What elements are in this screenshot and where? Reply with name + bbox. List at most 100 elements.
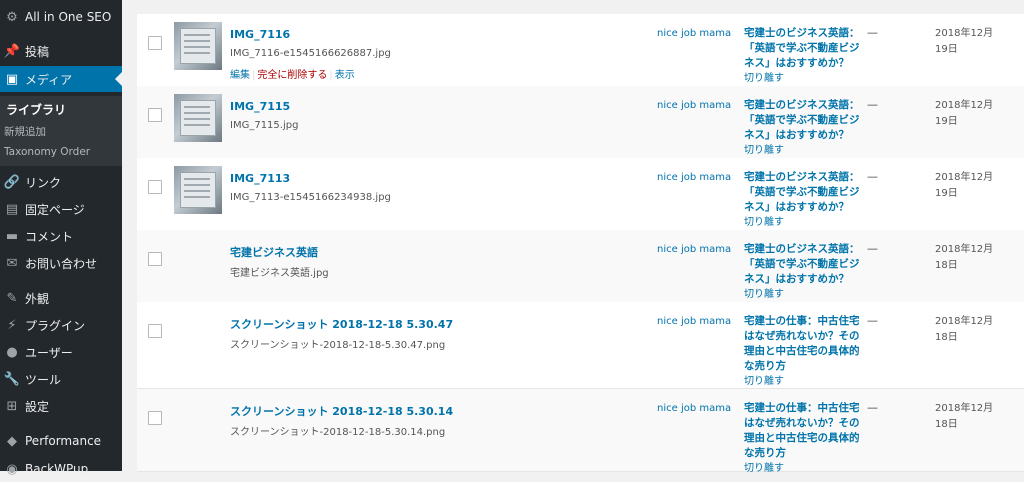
detach-link[interactable]: 切り離す <box>744 287 864 302</box>
thumbnail[interactable] <box>174 22 222 70</box>
sidebar-item-posts[interactable]: 📌 投稿 <box>0 38 122 64</box>
settings-icon: ⊞ <box>6 398 18 414</box>
attached-post-link[interactable]: 宅建士のビジネス英語：「英語で学ぶ不動産ビジネス」はおすすめか？ <box>744 243 860 285</box>
media-title-link[interactable]: IMG_7116 <box>230 28 290 41</box>
file-name: 宅建ビジネス英語.jpg <box>230 268 329 279</box>
author-link[interactable]: nice job mama <box>657 403 731 414</box>
detach-link[interactable]: 切り離す <box>744 461 864 476</box>
wrench-icon: 🔧 <box>3 371 21 387</box>
media-list-table: IMG_7116 IMG_7116-e1545166626887.jpg 編集 |… <box>137 0 1024 474</box>
sidebar-item-backwpup[interactable]: ◉ BackWPup <box>0 456 122 482</box>
upload-date: 2018年12月19日 <box>935 172 994 199</box>
table-row: IMG_7116 IMG_7116-e1545166626887.jpg 編集 |… <box>137 14 1024 87</box>
comment-icon: ▬ <box>5 228 19 244</box>
attached-post-link[interactable]: 宅建士の仕事：中古住宅はなぜ売れないか？その理由と中古住宅の具体的な売り方 <box>744 402 860 459</box>
table-row: スクリーンショット 2018-12-18 5.30.14 スクリーンショット-2… <box>137 389 1024 474</box>
upload-date: 2018年12月19日 <box>935 28 994 55</box>
page-icon: ▤ <box>5 201 19 217</box>
comments-count: — <box>867 26 878 39</box>
user-icon: ● <box>6 344 18 360</box>
sidebar-item-pages[interactable]: ▤ 固定ページ <box>0 196 122 222</box>
media-title-link[interactable]: スクリーンショット 2018-12-18 5.30.47 <box>230 316 453 332</box>
attached-to: 宅建士のビジネス英語：「英語で学ぶ不動産ビジネス」はおすすめか？ 切り離す <box>744 98 864 158</box>
author-link[interactable]: nice job mama <box>657 172 731 183</box>
file-name: スクリーンショット-2018-12-18-5.30.14.png <box>230 427 446 438</box>
plugin-icon: ⚡ <box>7 317 17 333</box>
brush-icon: ✎ <box>6 290 18 306</box>
attached-to: 宅建士の仕事：中古住宅はなぜ売れないか？その理由と中古住宅の具体的な売り方 切り… <box>744 314 864 389</box>
backup-icon: ◉ <box>6 461 18 477</box>
file-name: IMG_7116-e1545166626887.jpg <box>230 48 391 59</box>
media-title-link[interactable]: スクリーンショット 2018-12-18 5.30.14 <box>230 403 453 419</box>
comments-count: — <box>867 170 878 183</box>
attached-to: 宅建士のビジネス英語：「英語で学ぶ不動産ビジネス」はおすすめか？ 切り離す <box>744 170 864 230</box>
sidebar-item-links[interactable]: 🔗 リンク <box>0 169 122 195</box>
media-icon: ▣ <box>5 71 19 87</box>
media-title-link[interactable]: IMG_7115 <box>230 100 290 113</box>
upload-date: 2018年12月18日 <box>935 403 994 430</box>
row-checkbox[interactable] <box>148 252 162 266</box>
thumbnail[interactable] <box>174 94 222 142</box>
detach-link[interactable]: 切り離す <box>744 374 864 389</box>
author-link[interactable]: nice job mama <box>657 244 731 255</box>
detach-link[interactable]: 切り離す <box>744 215 864 230</box>
submenu-taxonomy-order[interactable]: Taxonomy Order <box>4 146 90 158</box>
media-submenu: ライブラリ 新規追加 Taxonomy Order <box>0 96 122 166</box>
comments-count: — <box>867 98 878 111</box>
attached-post-link[interactable]: 宅建士のビジネス英語：「英語で学ぶ不動産ビジネス」はおすすめか？ <box>744 171 860 213</box>
table-row: 宅建ビジネス英語 宅建ビジネス英語.jpg nice job mama 宅建士の… <box>137 230 1024 303</box>
row-checkbox[interactable] <box>148 411 162 425</box>
comments-count: — <box>867 314 878 327</box>
sidebar-item-plugins[interactable]: ⚡ プラグイン <box>0 312 122 338</box>
comments-count: — <box>867 242 878 255</box>
comments-count: — <box>867 401 878 414</box>
pin-icon: 📌 <box>3 43 21 59</box>
thumbnail[interactable] <box>174 166 222 214</box>
upload-date: 2018年12月18日 <box>935 316 994 343</box>
file-name: IMG_7113-e1545166234938.jpg <box>230 192 391 203</box>
sidebar-item-comments[interactable]: ▬ コメント <box>0 223 122 249</box>
view-link[interactable]: 表示 <box>335 70 355 81</box>
detach-link[interactable]: 切り離す <box>744 143 864 158</box>
row-checkbox[interactable] <box>148 324 162 338</box>
attached-to: 宅建士の仕事：中古住宅はなぜ売れないか？その理由と中古住宅の具体的な売り方 切り… <box>744 401 864 476</box>
performance-icon: ◆ <box>7 433 17 449</box>
sidebar-item-settings[interactable]: ⊞ 設定 <box>0 393 122 419</box>
row-checkbox[interactable] <box>148 108 162 122</box>
seo-icon: ⚙ <box>6 9 18 25</box>
sidebar-item-seo[interactable]: ⚙ All in One SEO <box>0 4 122 30</box>
row-checkbox[interactable] <box>148 180 162 194</box>
upload-date: 2018年12月19日 <box>935 100 994 127</box>
author-link[interactable]: nice job mama <box>657 316 731 327</box>
media-title-link[interactable]: 宅建ビジネス英語 <box>230 244 318 260</box>
attached-post-link[interactable]: 宅建士のビジネス英語：「英語で学ぶ不動産ビジネス」はおすすめか？ <box>744 99 860 141</box>
media-title-link[interactable]: IMG_7113 <box>230 172 290 185</box>
file-name: スクリーンショット-2018-12-18-5.30.47.png <box>230 340 446 351</box>
link-icon: 🔗 <box>3 174 21 190</box>
detach-link[interactable]: 切り離す <box>744 71 864 86</box>
submenu-add-new[interactable]: 新規追加 <box>4 124 46 139</box>
edit-link[interactable]: 編集 <box>230 70 250 81</box>
author-link[interactable]: nice job mama <box>657 100 731 111</box>
admin-sidebar: ⚙ All in One SEO 📌 投稿 ▣ メディア ライブラリ 新規追加 … <box>0 0 122 477</box>
author-link[interactable]: nice job mama <box>657 28 731 39</box>
sidebar-item-users[interactable]: ● ユーザー <box>0 339 122 365</box>
sidebar-item-tools[interactable]: 🔧 ツール <box>0 366 122 392</box>
upload-date: 2018年12月18日 <box>935 244 994 271</box>
file-name: IMG_7115.jpg <box>230 120 299 131</box>
mail-icon: ✉ <box>6 255 18 271</box>
table-row: IMG_7113 IMG_7113-e1545166234938.jpg nic… <box>137 158 1024 231</box>
table-row: スクリーンショット 2018-12-18 5.30.47 スクリーンショット-2… <box>137 302 1024 389</box>
table-row: IMG_7115 IMG_7115.jpg nice job mama 宅建士の… <box>137 86 1024 159</box>
attached-post-link[interactable]: 宅建士の仕事：中古住宅はなぜ売れないか？その理由と中古住宅の具体的な売り方 <box>744 315 860 372</box>
delete-permanently-link[interactable]: 完全に削除する <box>257 70 327 81</box>
submenu-library[interactable]: ライブラリ <box>6 101 66 118</box>
sidebar-item-appearance[interactable]: ✎ 外観 <box>0 285 122 311</box>
sidebar-item-contact[interactable]: ✉ お問い合わせ <box>0 250 122 276</box>
attached-to: 宅建士のビジネス英語：「英語で学ぶ不動産ビジネス」はおすすめか？ 切り離す <box>744 242 864 302</box>
sidebar-item-performance[interactable]: ◆ Performance <box>0 428 122 454</box>
sidebar-item-media[interactable]: ▣ メディア <box>0 66 122 92</box>
attached-post-link[interactable]: 宅建士のビジネス英語：「英語で学ぶ不動産ビジネス」はおすすめか？ <box>744 27 860 69</box>
row-actions: 編集 | 完全に削除する | 表示 <box>230 70 355 81</box>
row-checkbox[interactable] <box>148 36 162 50</box>
